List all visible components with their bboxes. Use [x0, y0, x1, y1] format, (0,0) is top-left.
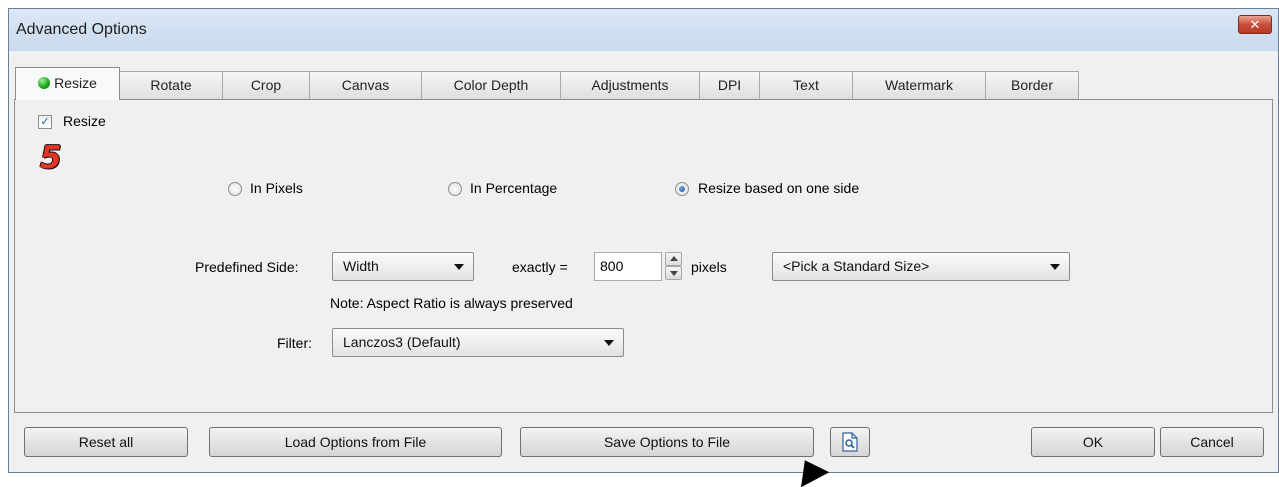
- in-pixels-radio[interactable]: [228, 182, 242, 196]
- annotation-number: 5: [40, 140, 62, 176]
- chevron-down-icon: [1050, 264, 1060, 270]
- tab-strip: Resize Rotate Crop Canvas Color Depth Ad…: [15, 67, 1079, 100]
- cancel-button[interactable]: Cancel: [1160, 427, 1264, 457]
- load-options-button[interactable]: Load Options from File: [209, 427, 502, 457]
- chevron-down-icon: [604, 340, 614, 346]
- in-percentage-label: In Percentage: [470, 180, 558, 196]
- predefined-side-label: Predefined Side:: [195, 259, 299, 275]
- tab-resize[interactable]: Resize: [15, 67, 120, 100]
- advanced-options-dialog: Advanced Options ✕ Resize Rotate Crop Ca…: [8, 8, 1279, 473]
- tab-label: Resize: [54, 75, 97, 91]
- resize-checkbox[interactable]: ✓: [38, 115, 52, 129]
- in-pixels-label: In Pixels: [250, 180, 303, 196]
- document-search-icon: [842, 432, 858, 452]
- window-title: Advanced Options: [16, 21, 147, 38]
- tab-border[interactable]: Border: [985, 71, 1079, 100]
- tab-adjustments[interactable]: Adjustments: [560, 71, 700, 100]
- resize-checkbox-label: Resize: [63, 113, 106, 129]
- exactly-label: exactly =: [512, 259, 568, 275]
- title-bar[interactable]: Advanced Options ✕: [9, 9, 1278, 51]
- exactly-value-field[interactable]: 800: [594, 252, 662, 281]
- preview-button[interactable]: [830, 427, 870, 457]
- predefined-side-value: Width: [343, 258, 379, 274]
- standard-size-select[interactable]: <Pick a Standard Size>: [772, 252, 1070, 281]
- tab-rotate[interactable]: Rotate: [119, 71, 223, 100]
- one-side-label: Resize based on one side: [698, 180, 860, 196]
- dialog-client-area: Resize Rotate Crop Canvas Color Depth Ad…: [9, 51, 1278, 472]
- close-button[interactable]: ✕: [1238, 15, 1272, 34]
- tab-label: Crop: [250, 77, 282, 93]
- tab-label: Border: [1010, 77, 1054, 93]
- unit-label: pixels: [691, 259, 727, 275]
- one-side-radio[interactable]: [675, 182, 689, 196]
- tab-label: Adjustments: [591, 77, 669, 93]
- tab-label: Rotate: [150, 77, 192, 93]
- predefined-side-select[interactable]: Width: [332, 252, 474, 281]
- spin-down-button[interactable]: [665, 266, 682, 280]
- filter-value: Lanczos3 (Default): [343, 334, 461, 350]
- tab-canvas[interactable]: Canvas: [309, 71, 422, 100]
- tab-label: Text: [793, 77, 819, 93]
- tab-label: Color Depth: [453, 77, 529, 93]
- aspect-ratio-note: Note: Aspect Ratio is always preserved: [330, 295, 573, 311]
- tab-crop[interactable]: Crop: [222, 71, 310, 100]
- tab-label: Canvas: [341, 77, 390, 93]
- green-dot-icon: [38, 77, 51, 89]
- standard-size-value: <Pick a Standard Size>: [783, 258, 930, 274]
- tab-text[interactable]: Text: [759, 71, 853, 100]
- filter-label: Filter:: [277, 335, 312, 351]
- ok-button[interactable]: OK: [1031, 427, 1155, 457]
- resize-panel: ✓ Resize 5 In Pixels In Percentage Resiz…: [14, 99, 1273, 413]
- tab-label: Watermark: [885, 77, 953, 93]
- tab-label: DPI: [717, 77, 742, 93]
- spin-up-button[interactable]: [665, 252, 682, 266]
- reset-all-button[interactable]: Reset all: [24, 427, 188, 457]
- tab-dpi[interactable]: DPI: [699, 71, 760, 100]
- in-percentage-radio[interactable]: [448, 182, 462, 196]
- chevron-down-icon: [454, 264, 464, 270]
- filter-select[interactable]: Lanczos3 (Default): [332, 328, 624, 357]
- tab-color-depth[interactable]: Color Depth: [421, 71, 561, 100]
- tab-watermark[interactable]: Watermark: [852, 71, 986, 100]
- save-options-button[interactable]: Save Options to File: [520, 427, 814, 457]
